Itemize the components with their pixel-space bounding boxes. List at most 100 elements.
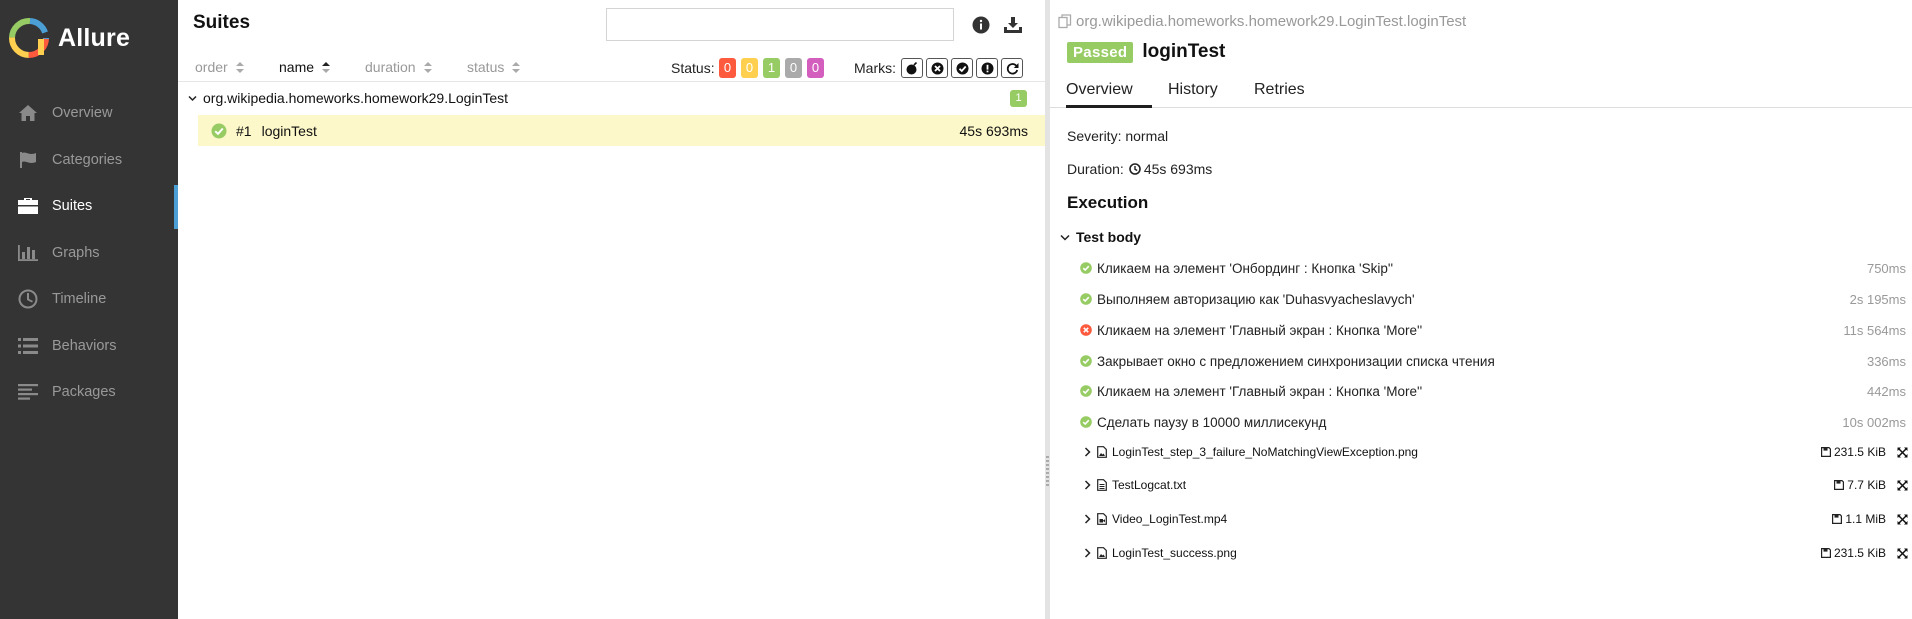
sort-status[interactable]: status: [467, 59, 521, 75]
chevron-right-icon: [1084, 480, 1091, 490]
search-input[interactable]: [606, 8, 954, 41]
attachment-row[interactable]: TestLogcat.txt 7.7 KiB: [1084, 474, 1910, 496]
attachment-row[interactable]: LoginTest_success.png 231.5 KiB: [1084, 542, 1910, 564]
status-skipped-badge[interactable]: 0: [785, 58, 802, 78]
tab-overview[interactable]: Overview: [1066, 81, 1152, 108]
test-full-path: org.wikipedia.homeworks.homework29.Login…: [1076, 13, 1467, 30]
expand-icon[interactable]: [1897, 480, 1908, 491]
tab-history[interactable]: History: [1168, 81, 1218, 108]
file-image-icon: [1097, 547, 1107, 559]
duration-label: Duration:: [1067, 161, 1124, 177]
attachment-name: TestLogcat.txt: [1112, 478, 1187, 492]
new-passed-icon[interactable]: [951, 58, 973, 78]
save-icon: [1832, 514, 1843, 524]
attachment-name: LoginTest_success.png: [1112, 546, 1237, 560]
step-duration: 10s 002ms: [1842, 414, 1906, 430]
brand[interactable]: Allure: [8, 16, 130, 60]
sidebar-item-categories[interactable]: Categories: [0, 137, 178, 184]
attachment-name: LoginTest_step_3_failure_NoMatchingViewE…: [1112, 445, 1418, 459]
execution-title: Execution: [1067, 193, 1149, 212]
breadcrumb: org.wikipedia.homeworks.homework29.Login…: [1058, 13, 1466, 30]
new-failed-icon[interactable]: [926, 58, 948, 78]
sort-name-label: name: [279, 59, 315, 75]
passed-check-icon: [1080, 355, 1092, 367]
sort-arrows-icon: [512, 61, 521, 73]
attachment-row[interactable]: LoginTest_step_3_failure_NoMatchingViewE…: [1084, 441, 1910, 463]
tab-retries[interactable]: Retries: [1254, 81, 1305, 108]
attachment-row[interactable]: Video_LoginTest.mp4 1.1 MiB: [1084, 508, 1910, 530]
expand-icon[interactable]: [1897, 514, 1908, 525]
sidebar-item-overview[interactable]: Overview: [0, 90, 178, 137]
expand-icon[interactable]: [1897, 447, 1908, 458]
test-title-row: Passed loginTest: [1067, 41, 1225, 63]
chevron-right-icon: [1084, 548, 1091, 558]
download-icon[interactable]: [1002, 14, 1024, 36]
sidebar-item-graphs[interactable]: Graphs: [0, 230, 178, 277]
file-image-icon: [1097, 446, 1107, 458]
copy-icon[interactable]: [1058, 14, 1072, 29]
new-broken-icon[interactable]: [976, 58, 998, 78]
suites-pane: Suites order name duration status Status…: [178, 0, 1045, 619]
sidebar-item-behaviors[interactable]: Behaviors: [0, 323, 178, 370]
retries-icon[interactable]: [1001, 58, 1023, 78]
sort-asc-icon: [322, 61, 331, 73]
attachment-name: Video_LoginTest.mp4: [1112, 512, 1228, 526]
attachment-size: 231.5 KiB: [1820, 445, 1886, 459]
step-name: Выполняем авторизацию как 'Duhasvyachesl…: [1097, 291, 1415, 307]
step-name: Сделать паузу в 10000 миллисекунд: [1097, 414, 1327, 430]
expand-icon[interactable]: [1897, 548, 1908, 559]
sidebar-item-packages[interactable]: Packages: [0, 369, 178, 416]
sort-arrows-icon: [423, 61, 432, 73]
status-broken-badge[interactable]: 0: [741, 58, 758, 78]
passed-check-icon: [1080, 293, 1092, 305]
flaky-bomb-icon[interactable]: [901, 58, 923, 78]
test-name: loginTest: [261, 122, 317, 139]
test-row[interactable]: #1 loginTest 45s 693ms: [198, 115, 1045, 146]
sort-status-label: status: [467, 59, 505, 75]
step-row[interactable]: Кликаем на элемент 'Главный экран : Кноп…: [1080, 319, 1910, 341]
page-title: Suites: [193, 12, 251, 33]
suite-group-row[interactable]: org.wikipedia.homeworks.homework29.Login…: [178, 86, 1045, 110]
save-icon: [1820, 447, 1831, 457]
detail-tabs: Overview History Retries: [1050, 78, 1912, 108]
sidebar-item-label: Timeline: [52, 291, 107, 308]
chevron-right-icon: [1084, 447, 1091, 457]
step-duration: 11s 564ms: [1843, 322, 1906, 338]
align-left-icon: [16, 382, 40, 402]
sort-name[interactable]: name: [279, 59, 331, 75]
status-passed-badge[interactable]: 1: [763, 58, 780, 78]
status-badge: Passed: [1067, 41, 1134, 63]
test-body-toggle[interactable]: Test body: [1060, 229, 1141, 245]
step-row[interactable]: Кликаем на элемент 'Главный экран : Кноп…: [1080, 380, 1910, 402]
sidebar-item-label: Categories: [52, 151, 123, 168]
splitter-grip-icon[interactable]: [1046, 456, 1049, 488]
sidebar-item-label: Packages: [52, 384, 116, 401]
test-details-pane: org.wikipedia.homeworks.homework29.Login…: [1050, 0, 1912, 619]
step-duration: 442ms: [1866, 383, 1906, 399]
info-icon[interactable]: [970, 14, 992, 36]
test-number: #1: [236, 122, 252, 139]
sort-order[interactable]: order: [195, 59, 244, 75]
status-unknown-badge[interactable]: 0: [807, 58, 824, 78]
sort-duration[interactable]: duration: [365, 59, 432, 75]
passed-check-icon: [211, 123, 227, 139]
step-row[interactable]: Кликаем на элемент 'Онбординг : Кнопка '…: [1080, 257, 1910, 279]
status-failed-badge[interactable]: 0: [719, 58, 736, 78]
sidebar-item-label: Suites: [52, 198, 93, 215]
sidebar-item-timeline[interactable]: Timeline: [0, 276, 178, 323]
step-row[interactable]: Сделать паузу в 10000 миллисекунд 10s 00…: [1080, 411, 1910, 433]
suite-group-name: org.wikipedia.homeworks.homework29.Login…: [203, 90, 509, 106]
duration-value: 45s 693ms: [1143, 161, 1213, 177]
step-row[interactable]: Выполняем авторизацию как 'Duhasvyachesl…: [1080, 288, 1910, 310]
step-row[interactable]: Закрывает окно с предложением синхрониза…: [1080, 350, 1910, 372]
step-name: Закрывает окно с предложением синхрониза…: [1097, 353, 1495, 369]
attachment-size-value: 231.5 KiB: [1833, 546, 1886, 560]
attachment-size: 231.5 KiB: [1820, 546, 1886, 560]
bar-chart-icon: [16, 243, 40, 263]
step-name: Кликаем на элемент 'Онбординг : Кнопка '…: [1097, 260, 1394, 276]
step-name: Кликаем на элемент 'Главный экран : Кноп…: [1097, 383, 1423, 399]
sidebar-item-label: Behaviors: [52, 337, 117, 354]
sidebar-item-suites[interactable]: Suites: [0, 183, 178, 230]
test-body-label: Test body: [1076, 229, 1142, 245]
sidebar-item-label: Overview: [52, 105, 113, 122]
